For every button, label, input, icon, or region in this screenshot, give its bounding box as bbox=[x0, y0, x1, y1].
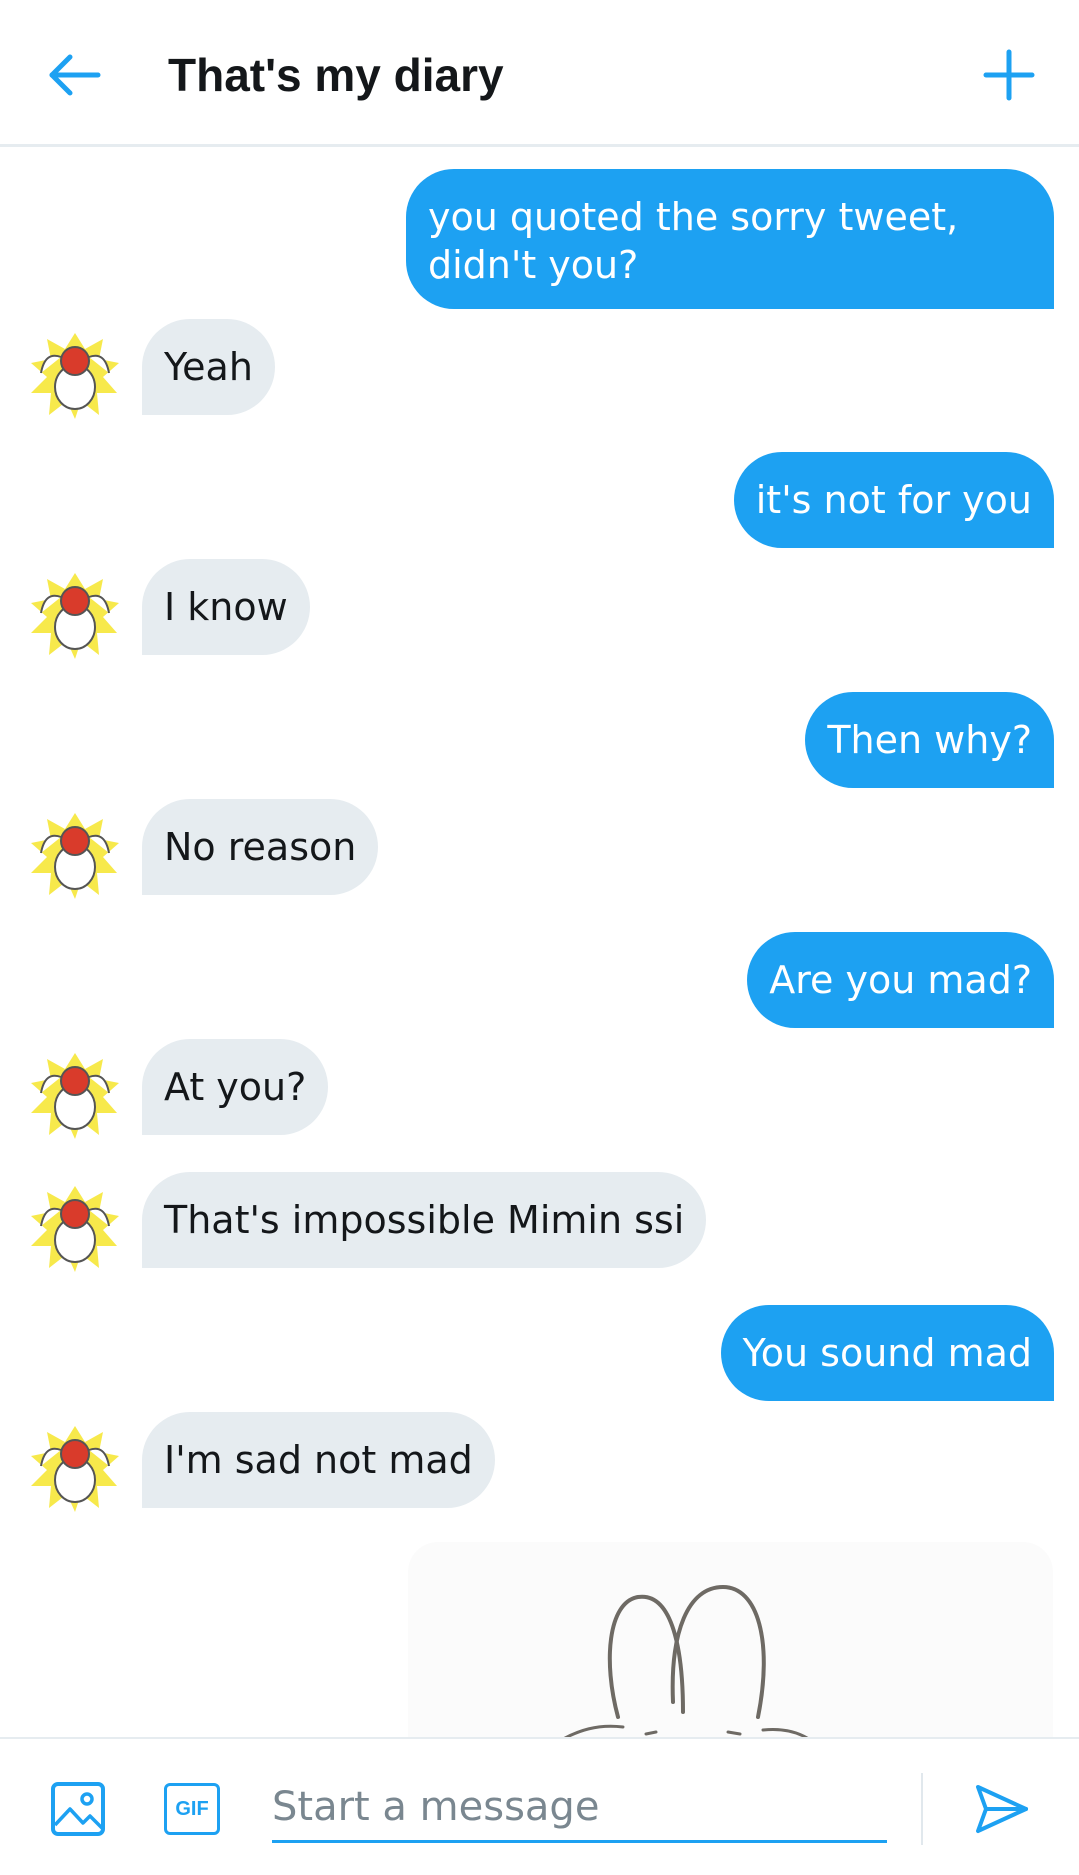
contact-avatar[interactable] bbox=[27, 1420, 123, 1516]
message-bubble-incoming[interactable]: I'm sad not mad bbox=[142, 1412, 495, 1508]
conversation-title: That's my diary bbox=[168, 49, 504, 101]
message-bubble-outgoing[interactable]: You sound mad bbox=[720, 1305, 1054, 1401]
message-composer: GIF bbox=[0, 1737, 1079, 1875]
add-photo-button[interactable] bbox=[50, 1781, 106, 1837]
message-bubble-incoming[interactable]: Yeah bbox=[142, 319, 275, 415]
contact-avatar[interactable] bbox=[27, 567, 123, 663]
message-bubble-outgoing[interactable]: Are you mad? bbox=[747, 932, 1054, 1028]
message-bubble-outgoing[interactable]: Then why? bbox=[805, 692, 1054, 788]
conversation-header: That's my diary bbox=[0, 0, 1079, 147]
contact-avatar[interactable] bbox=[27, 1047, 123, 1143]
message-bubble-incoming[interactable]: That's impossible Mimin ssi bbox=[142, 1172, 707, 1268]
add-button[interactable] bbox=[972, 38, 1046, 112]
send-button[interactable] bbox=[972, 1779, 1032, 1839]
contact-avatar[interactable] bbox=[27, 807, 123, 903]
contact-avatar[interactable] bbox=[27, 327, 123, 423]
message-bubble-outgoing[interactable]: it's not for you bbox=[733, 452, 1054, 548]
back-button[interactable] bbox=[38, 38, 112, 112]
send-icon bbox=[976, 1785, 1028, 1833]
arrow-left-icon bbox=[49, 54, 101, 96]
plus-icon bbox=[983, 49, 1035, 101]
composer-divider bbox=[921, 1773, 923, 1845]
message-bubble-incoming[interactable]: I know bbox=[142, 559, 310, 655]
bunny-sketch-image bbox=[563, 1584, 809, 1737]
image-icon bbox=[51, 1782, 105, 1836]
message-bubble-incoming[interactable]: At you? bbox=[142, 1039, 329, 1135]
message-list[interactable]: you quoted the sorry tweet, didn't you? … bbox=[0, 147, 1079, 1737]
message-bubble-outgoing[interactable]: you quoted the sorry tweet, didn't you? bbox=[406, 169, 1054, 309]
message-bubble-incoming[interactable]: No reason bbox=[142, 799, 379, 895]
gif-button[interactable]: GIF bbox=[164, 1783, 220, 1835]
message-input[interactable] bbox=[272, 1773, 887, 1843]
contact-avatar[interactable] bbox=[27, 1180, 123, 1276]
image-message[interactable] bbox=[408, 1542, 1053, 1737]
